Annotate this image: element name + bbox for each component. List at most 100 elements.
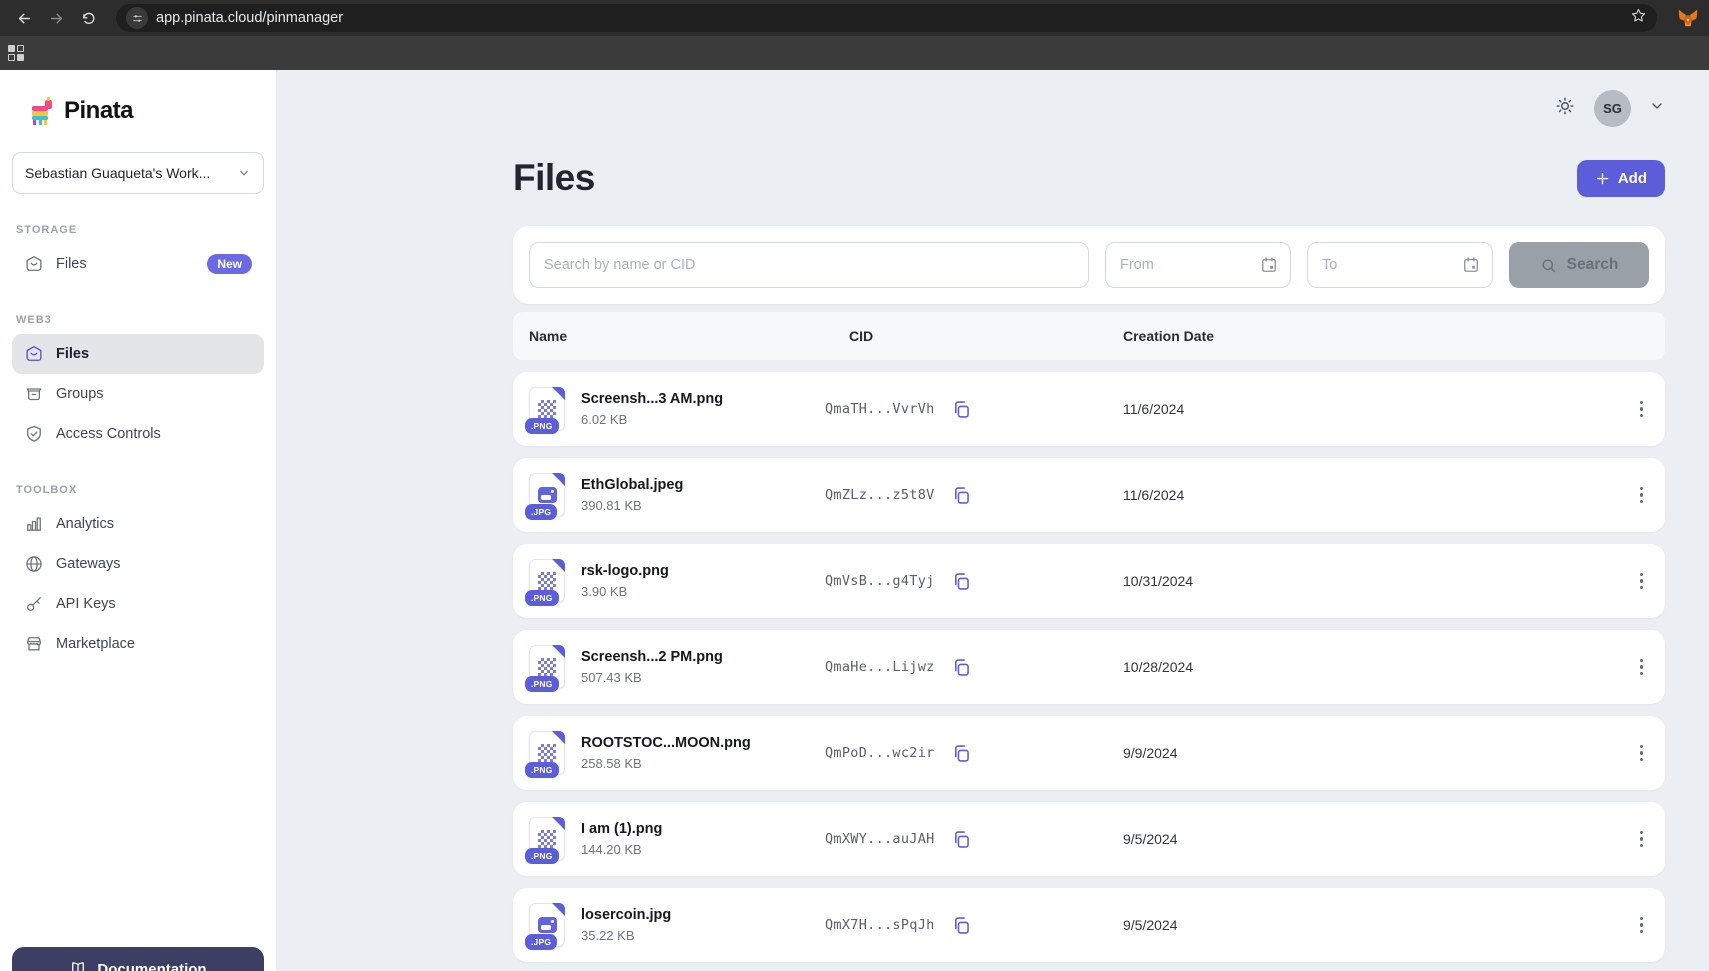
copy-icon xyxy=(951,829,972,850)
groups-icon xyxy=(24,384,44,404)
row-menu-kebab-button[interactable] xyxy=(1634,653,1650,682)
file-creation-date: 9/9/2024 xyxy=(1083,745,1601,761)
plus-icon xyxy=(1595,171,1610,186)
search-input[interactable] xyxy=(529,242,1089,288)
sidebar-item-access-controls[interactable]: Access Controls xyxy=(12,414,264,454)
file-extension-badge: .PNG xyxy=(525,762,559,778)
sidebar-item-files[interactable]: Files xyxy=(12,334,264,374)
browser-back-button[interactable] xyxy=(10,4,38,32)
copy-cid-button[interactable] xyxy=(949,655,974,680)
file-cid-cell: QmPoD...wc2ir xyxy=(825,741,1083,766)
row-menu-kebab-button[interactable] xyxy=(1634,825,1650,854)
file-name: Screensh...3 AM.png xyxy=(581,391,723,407)
apps-grid-icon[interactable] xyxy=(8,45,24,61)
copy-cid-button[interactable] xyxy=(949,483,974,508)
sidebar-item-analytics[interactable]: Analytics xyxy=(12,504,264,544)
sidebar-item-label: API Keys xyxy=(56,596,252,612)
table-row[interactable]: .PNGROOTSTOC...MOON.png258.58 KBQmPoD...… xyxy=(513,716,1665,790)
chevron-down-icon xyxy=(237,166,251,180)
copy-icon xyxy=(951,485,972,506)
add-button-label: Add xyxy=(1618,170,1647,187)
browser-forward-button[interactable] xyxy=(42,4,70,32)
file-extension-badge: .JPG xyxy=(525,504,557,520)
copy-cid-button[interactable] xyxy=(949,569,974,594)
calendar-icon[interactable] xyxy=(1461,255,1481,275)
sidebar: Pinata Sebastian Guaqueta's Work... STOR… xyxy=(0,70,277,971)
copy-cid-button[interactable] xyxy=(949,397,974,422)
file-cid-cell: QmX7H...sPqJh xyxy=(825,913,1083,938)
file-cid: QmPoD...wc2ir xyxy=(825,745,935,761)
table-row[interactable]: .JPGEthGlobal.jpeg390.81 KBQmZLz...z5t8V… xyxy=(513,458,1665,532)
sidebar-item-groups[interactable]: Groups xyxy=(12,374,264,414)
workspace-dropdown[interactable]: Sebastian Guaqueta's Work... xyxy=(12,152,264,194)
file-name: EthGlobal.jpeg xyxy=(581,477,683,493)
date-to-field xyxy=(1307,242,1493,288)
file-type-icon-png: .PNG xyxy=(529,559,565,603)
file-creation-date: 10/28/2024 xyxy=(1083,659,1601,675)
sidebar-item-api-keys[interactable]: API Keys xyxy=(12,584,264,624)
table-row[interactable]: .PNGI am (1).png144.20 KBQmXWY...auJAH 9/… xyxy=(513,802,1665,876)
sidebar-item-marketplace[interactable]: Marketplace xyxy=(12,624,264,664)
sidebar-item-files[interactable]: Files New xyxy=(12,244,264,284)
png-glyph xyxy=(538,400,556,418)
row-menu-kebab-button[interactable] xyxy=(1634,567,1650,596)
browser-chrome: app.pinata.cloud/pinmanager xyxy=(0,0,1709,36)
file-name: ROOTSTOC...MOON.png xyxy=(581,735,751,751)
page-title: Files xyxy=(513,157,595,199)
png-glyph xyxy=(538,572,556,590)
copy-cid-button[interactable] xyxy=(949,827,974,852)
file-extension-badge: .PNG xyxy=(525,590,559,606)
file-name: losercoin.jpg xyxy=(581,907,671,923)
marketplace-icon xyxy=(24,634,44,654)
avatar[interactable]: SG xyxy=(1594,90,1631,127)
sidebar-item-label: Files xyxy=(56,256,195,272)
row-menu-kebab-button[interactable] xyxy=(1634,481,1650,510)
row-menu-kebab-button[interactable] xyxy=(1634,739,1650,768)
copy-cid-button[interactable] xyxy=(949,913,974,938)
file-name-stack: losercoin.jpg 35.22 KB xyxy=(581,907,671,943)
file-size: 6.02 KB xyxy=(581,412,723,427)
sidebar-item-label: Analytics xyxy=(56,516,252,532)
table-row[interactable]: .PNGScreensh...2 PM.png507.43 KBQmaHe...… xyxy=(513,630,1665,704)
file-size: 3.90 KB xyxy=(581,584,669,599)
address-bar[interactable]: app.pinata.cloud/pinmanager xyxy=(116,4,1657,32)
sidebar-item-gateways[interactable]: Gateways xyxy=(12,544,264,584)
filter-bar: Search xyxy=(513,226,1665,304)
metamask-extension-icon[interactable] xyxy=(1677,7,1699,29)
url-text[interactable]: app.pinata.cloud/pinmanager xyxy=(156,10,1622,26)
site-settings-icon[interactable] xyxy=(126,7,148,29)
new-badge: New xyxy=(207,254,252,274)
browser-reload-button[interactable] xyxy=(74,4,102,32)
account-topbar: SG xyxy=(513,88,1665,128)
file-name-cell: .PNGI am (1).png144.20 KB xyxy=(529,817,825,861)
table-row[interactable]: .JPGlosercoin.jpg35.22 KBQmX7H...sPqJh9/… xyxy=(513,888,1665,962)
png-glyph xyxy=(538,830,556,848)
row-menu-kebab-button[interactable] xyxy=(1634,395,1650,424)
theme-toggle-sun-icon[interactable] xyxy=(1554,95,1576,122)
search-button[interactable]: Search xyxy=(1509,242,1649,288)
copy-icon xyxy=(951,571,972,592)
calendar-icon[interactable] xyxy=(1259,255,1279,275)
file-name-cell: .JPGEthGlobal.jpeg390.81 KB xyxy=(529,473,825,517)
copy-cid-button[interactable] xyxy=(949,741,974,766)
table-row[interactable]: .PNGScreensh...3 AM.png6.02 KBQmaTH...Vv… xyxy=(513,372,1665,446)
png-glyph xyxy=(538,744,556,762)
analytics-icon xyxy=(24,514,44,534)
file-size: 144.20 KB xyxy=(581,842,662,857)
sidebar-item-label: Files xyxy=(56,346,252,362)
bookmark-star-icon[interactable] xyxy=(1630,7,1647,29)
file-size: 35.22 KB xyxy=(581,928,671,943)
file-creation-date: 9/5/2024 xyxy=(1083,831,1601,847)
file-name-cell: .PNGrsk-logo.png3.90 KB xyxy=(529,559,825,603)
file-creation-date: 11/6/2024 xyxy=(1083,487,1601,503)
documentation-button[interactable]: Documentation xyxy=(12,947,264,971)
browser-toolbar xyxy=(0,36,1709,70)
search-icon xyxy=(1540,257,1557,274)
file-extension-badge: .PNG xyxy=(525,848,559,864)
row-menu-kebab-button[interactable] xyxy=(1634,911,1650,940)
table-row[interactable]: .PNGrsk-logo.png3.90 KBQmVsB...g4Tyj10/3… xyxy=(513,544,1665,618)
add-button[interactable]: Add xyxy=(1577,160,1665,197)
search-button-label: Search xyxy=(1567,256,1619,274)
file-cid: QmXWY...auJAH xyxy=(825,831,935,847)
account-chevron-down-icon[interactable] xyxy=(1649,98,1665,119)
